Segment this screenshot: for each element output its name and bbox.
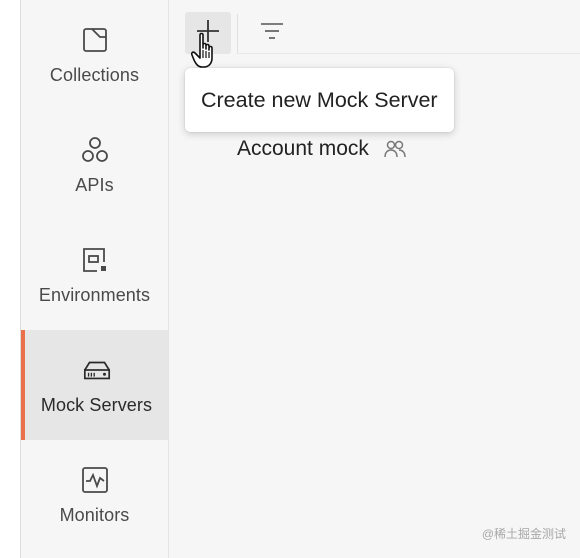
window-edge [0,0,21,558]
apis-icon [80,135,110,165]
sidebar-item-label: APIs [75,174,114,195]
team-icon [383,139,407,159]
mock-server-name: Account mock [237,137,369,160]
sidebar-item-label: Monitors [59,504,130,525]
sidebar-item-monitors[interactable]: Monitors [21,440,168,550]
create-mock-server-tooltip: Create new Mock Server [185,68,454,132]
mock-server-list-item[interactable]: Account mock [237,132,407,166]
hand-cursor-icon [190,31,221,71]
sidebar-item-label: Mock Servers [40,394,153,415]
sidebar: Collections APIs Environments Mock Serve… [21,0,169,558]
filter-button[interactable] [257,18,287,48]
mock-servers-panel: Create new Mock Server Account mock @稀土掘… [169,0,580,558]
tooltip-text: Create new Mock Server [201,87,438,112]
sidebar-item-mock-servers[interactable]: Mock Servers [21,330,168,440]
environments-icon [80,245,110,275]
sidebar-item-label: Collections [49,64,140,85]
mock-servers-icon [82,355,112,385]
app-window: Collections APIs Environments Mock Serve… [0,0,580,558]
watermark: @稀土掘金测试 [481,527,566,541]
sidebar-item-collections[interactable]: Collections [21,0,168,110]
filter-icon [259,20,285,47]
toolbar-search-area[interactable] [238,12,580,54]
sidebar-item-apis[interactable]: APIs [21,110,168,220]
monitors-icon [80,465,110,495]
collections-icon [80,25,110,55]
sidebar-item-environments[interactable]: Environments [21,220,168,330]
sidebar-item-label: Environments [38,284,151,305]
